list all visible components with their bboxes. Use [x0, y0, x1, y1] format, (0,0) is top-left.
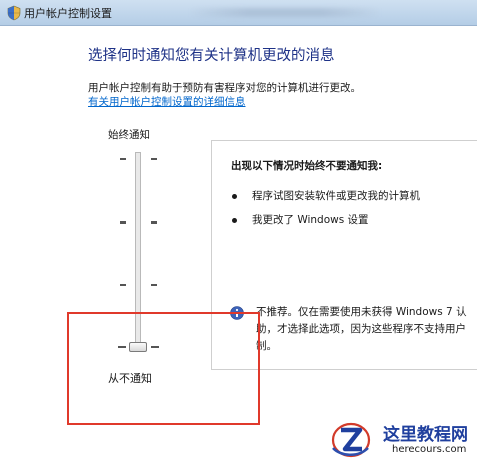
warning-line: 助，才选择此选项，因为这些程序不支持用户: [256, 323, 466, 335]
panel-title: 出现以下情况时始终不要通知我:: [231, 160, 383, 172]
page-description: 用户帐户控制有助于预防有害程序对您的计算机进行更改。: [88, 82, 361, 94]
slider-tick: [151, 158, 157, 160]
bullet-icon: [232, 194, 237, 199]
title-bar-blur: [190, 8, 380, 17]
bullet-icon: [232, 218, 237, 223]
window-title: 用户帐户控制设置: [24, 7, 112, 20]
shield-icon: [7, 5, 21, 21]
watermark-url: herecours.com: [392, 444, 467, 455]
list-item: 我更改了 Windows 设置: [252, 214, 369, 226]
warning-text: 不推荐。仅在需要使用未获得 Windows 7 认 助，才选择此选项，因为这些程…: [256, 304, 467, 355]
slider-tick: [120, 284, 126, 286]
slider-tick: [151, 221, 157, 224]
slider-tick: [120, 158, 126, 160]
title-bar: 用户帐户控制设置: [0, 0, 477, 26]
slider-tick: [151, 284, 157, 286]
uac-details-link[interactable]: 有关用户帐户控制设置的详细信息: [88, 94, 246, 109]
warning-line: 不推荐。仅在需要使用未获得 Windows 7 认: [256, 306, 467, 318]
site-logo: [331, 422, 371, 458]
watermark-title: 这里教程网: [383, 425, 468, 445]
slider-tick: [120, 221, 126, 224]
slider-top-label: 始终通知: [108, 129, 150, 141]
warning-line: 制。: [256, 340, 277, 352]
highlight-box: [67, 312, 260, 425]
page-heading: 选择何时通知您有关计算机更改的消息: [88, 48, 335, 64]
list-item: 程序试图安装软件或更改我的计算机: [252, 190, 420, 202]
